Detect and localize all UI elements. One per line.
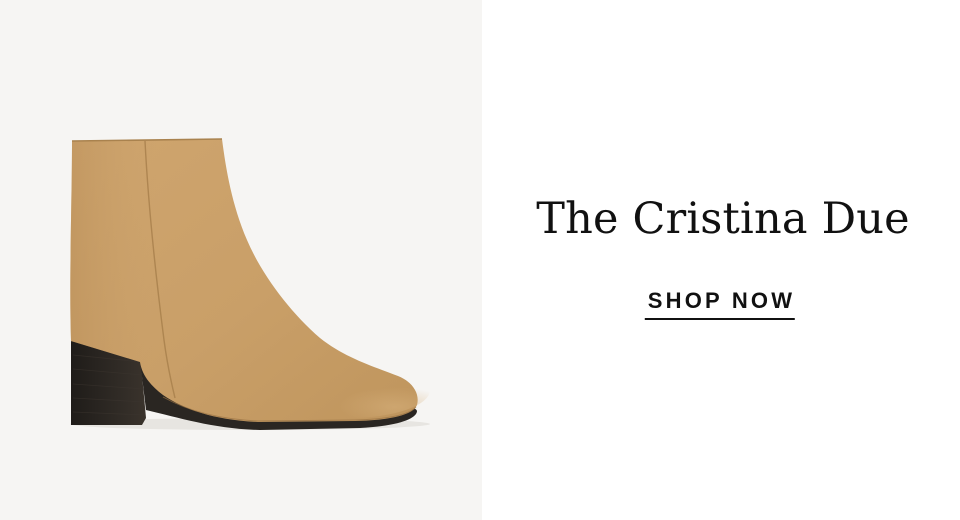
toe-highlight: [270, 362, 430, 418]
shop-now-link[interactable]: SHOP NOW: [644, 286, 796, 320]
text-panel: The Cristina Due SHOP NOW: [482, 0, 960, 520]
promo-banner: The Cristina Due SHOP NOW: [0, 0, 960, 520]
product-image-panel[interactable]: [0, 0, 482, 520]
product-headline: The Cristina Due: [536, 194, 910, 244]
ankle-boot-image[interactable]: [0, 0, 482, 520]
